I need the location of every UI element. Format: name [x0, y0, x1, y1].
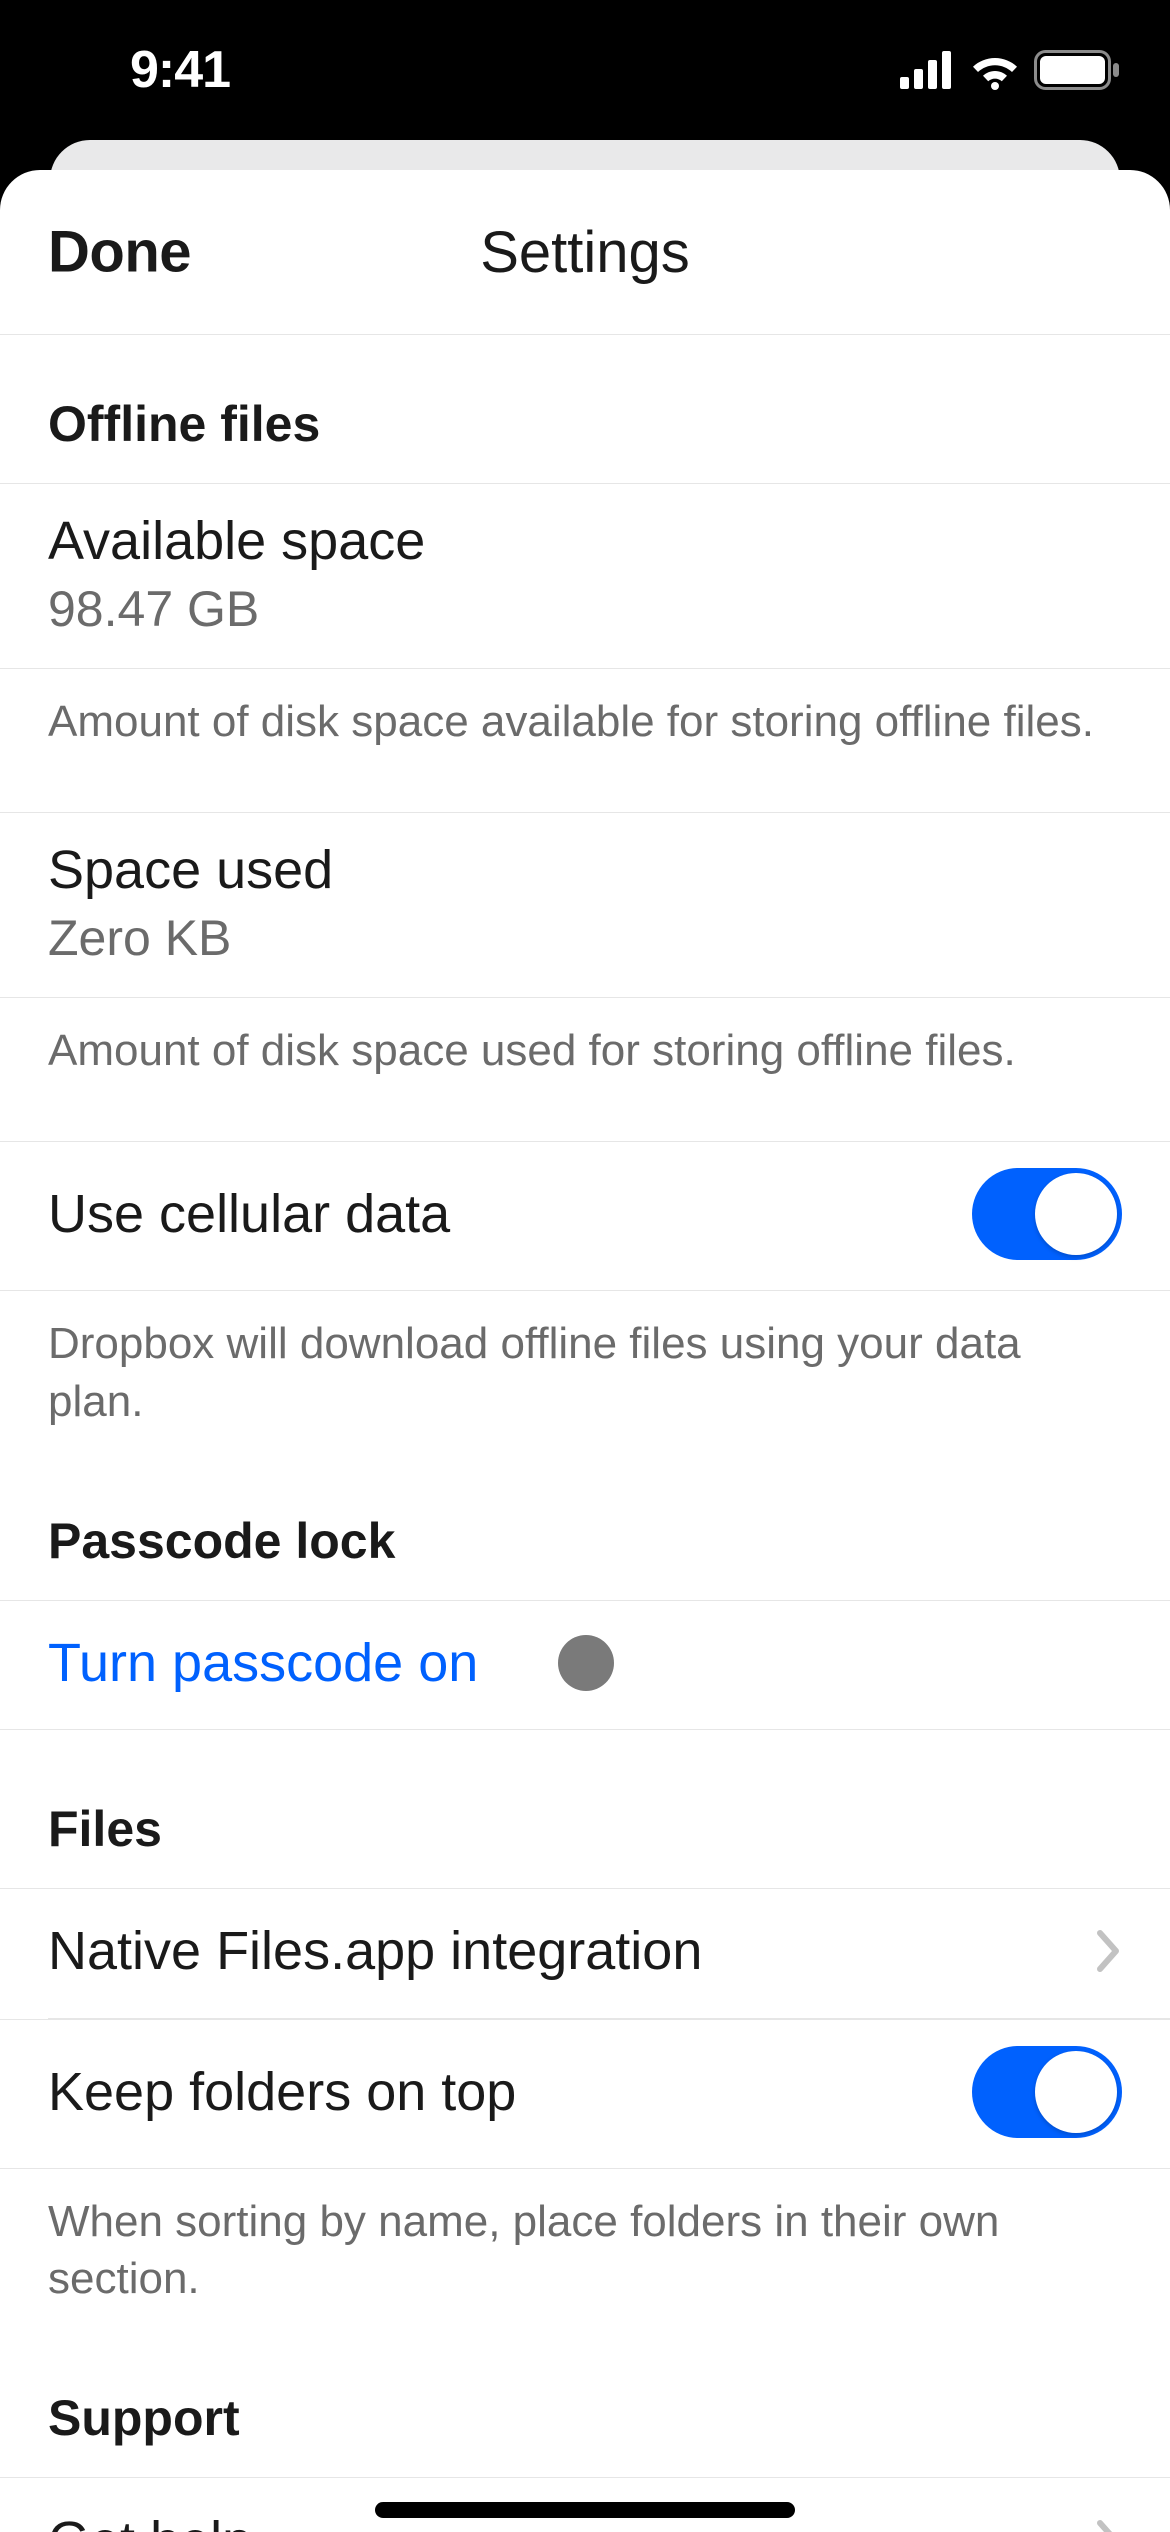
use-cellular-footer: Dropbox will download offline files usin…: [0, 1291, 1170, 1471]
keep-folders-label: Keep folders on top: [48, 2061, 516, 2123]
space-used-row: Space used Zero KB: [0, 812, 1170, 997]
section-header-files: Files: [0, 1730, 1170, 1888]
status-indicators: [900, 50, 1120, 90]
space-used-footer: Amount of disk space used for storing of…: [0, 997, 1170, 1121]
use-cellular-label: Use cellular data: [48, 1183, 450, 1245]
done-button[interactable]: Done: [48, 219, 191, 286]
section-header-offline: Offline files: [0, 335, 1170, 483]
space-used-label: Space used: [48, 839, 333, 901]
keep-folders-footer: When sorting by name, place folders in t…: [0, 2169, 1170, 2349]
space-used-value: Zero KB: [48, 909, 231, 967]
wifi-icon: [968, 50, 1022, 90]
settings-sheet: Done Settings Offline files Available sp…: [0, 170, 1170, 2532]
page-title: Settings: [480, 219, 690, 286]
native-files-label: Native Files.app integration: [48, 1920, 702, 1982]
available-space-row: Available space 98.47 GB: [0, 483, 1170, 668]
status-time: 9:41: [130, 40, 230, 100]
available-space-footer: Amount of disk space available for stori…: [0, 668, 1170, 792]
turn-passcode-on-label: Turn passcode on: [48, 1632, 478, 1694]
use-cellular-row[interactable]: Use cellular data: [0, 1141, 1170, 1291]
keep-folders-row[interactable]: Keep folders on top: [0, 2019, 1170, 2169]
sheet-header: Done Settings: [0, 170, 1170, 335]
status-bar: 9:41: [0, 0, 1170, 140]
section-header-passcode: Passcode lock: [0, 1472, 1170, 1600]
get-help-label: Get help: [48, 2510, 252, 2532]
home-indicator[interactable]: [375, 2502, 795, 2518]
turn-passcode-on-row[interactable]: Turn passcode on: [0, 1600, 1170, 1730]
cellular-icon: [900, 51, 956, 89]
chevron-right-icon: [1096, 1929, 1122, 1973]
native-files-row[interactable]: Native Files.app integration: [0, 1888, 1170, 2018]
use-cellular-toggle[interactable]: [972, 1168, 1122, 1260]
passcode-dot-icon: [558, 1635, 614, 1691]
section-header-support: Support: [0, 2349, 1170, 2477]
keep-folders-toggle[interactable]: [972, 2046, 1122, 2138]
available-space-value: 98.47 GB: [48, 580, 259, 638]
battery-icon: [1034, 50, 1120, 90]
available-space-label: Available space: [48, 510, 425, 572]
chevron-right-icon: [1096, 2519, 1122, 2532]
